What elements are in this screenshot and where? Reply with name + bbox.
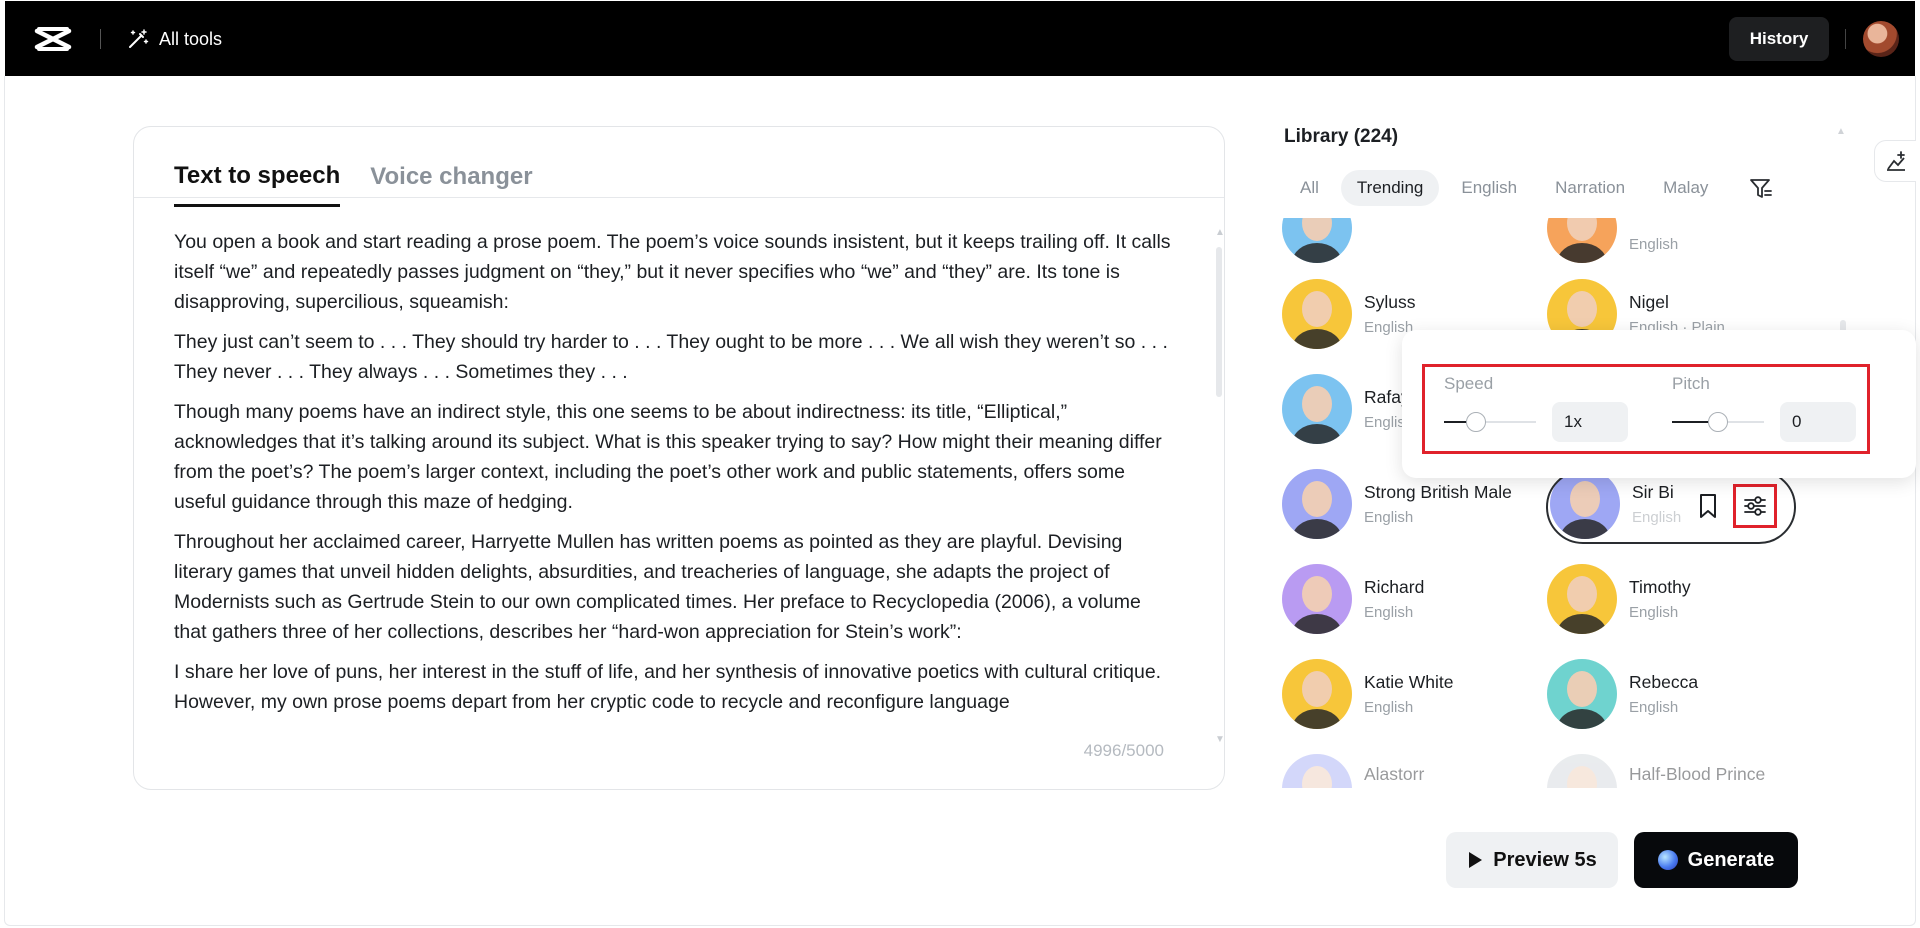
side-upload-button[interactable] (1874, 140, 1916, 182)
preview-button[interactable]: Preview 5s (1446, 832, 1618, 888)
voice-name: Timothy (1629, 577, 1691, 597)
speed-input[interactable]: 1x (1552, 402, 1628, 442)
pitch-label: Pitch (1672, 374, 1710, 393)
tabs-divider (134, 197, 1224, 198)
voice-settings-button[interactable] (1733, 484, 1777, 528)
voice-card-alastorr[interactable]: Alastorr (1282, 753, 1542, 788)
history-button[interactable]: History (1729, 17, 1829, 61)
paragraph: They just can’t seem to . . . They shoul… (174, 331, 1168, 383)
tab-text-to-speech[interactable]: Text to speech (174, 147, 341, 207)
voice-avatar (1282, 469, 1352, 539)
library-scroll-up-icon[interactable]: ▲ (1836, 126, 1846, 137)
voice-language: English (1629, 235, 1679, 253)
voice-name: Syluss (1364, 292, 1416, 312)
speed-slider-knob[interactable] (1466, 412, 1486, 432)
paragraph: Though many poems have an indirect style… (174, 401, 1162, 513)
voice-card-strong-british-male[interactable]: Strong British Male English (1282, 468, 1542, 540)
capcut-logo-icon[interactable] (33, 23, 73, 55)
filter-funnel-icon[interactable] (1748, 176, 1774, 202)
voice-card-half-blood-prince[interactable]: Half-Blood Prince (1547, 753, 1807, 788)
scroll-down-arrow-icon[interactable]: ▼ (1215, 734, 1225, 745)
voice-avatar (1282, 659, 1352, 729)
sliders-adjust-icon (1744, 496, 1766, 516)
voice-language: English (1364, 699, 1414, 716)
top-bar: All tools History (5, 1, 1915, 76)
voice-name: Nigel (1629, 292, 1669, 312)
magic-wand-icon (129, 29, 149, 48)
user-avatar[interactable] (1863, 21, 1899, 57)
character-count: 4996/5000 (1083, 741, 1164, 760)
filter-english[interactable]: English (1445, 170, 1533, 206)
voice-avatar (1282, 279, 1352, 349)
pitch-input[interactable]: 0 (1780, 402, 1856, 442)
voice-settings-popover: Speed 1x Pitch 0 (1402, 330, 1916, 478)
top-divider-right (1845, 29, 1846, 49)
filter-malay[interactable]: Malay (1647, 170, 1715, 206)
voice-card-richard[interactable]: Richard English (1282, 563, 1542, 635)
all-tools-label: All tools (159, 28, 223, 49)
voice-card[interactable]: English (1547, 218, 1807, 264)
generate-button[interactable]: Generate (1634, 832, 1798, 888)
all-tools-button[interactable]: All tools (127, 25, 222, 53)
voice-name: Strong British Male (1364, 482, 1512, 502)
voice-avatar (1547, 659, 1617, 729)
voice-name: Rebecca (1629, 672, 1699, 692)
speed-label: Speed (1444, 374, 1494, 393)
voice-avatar (1282, 754, 1352, 788)
voice-card-timothy[interactable]: Timothy English (1547, 563, 1807, 635)
preview-label: Preview 5s (1493, 848, 1597, 871)
voice-name: Half-Blood Prince (1629, 763, 1766, 784)
pitch-slider-knob[interactable] (1708, 412, 1728, 432)
library-filters: All Trending English Narration Malay (1284, 170, 1715, 206)
voice-card[interactable] (1282, 218, 1542, 264)
voice-avatar (1547, 754, 1617, 788)
mode-tabs: Text to speech Voice changer (174, 147, 533, 207)
voice-card-katie-white[interactable]: Katie White English (1282, 658, 1542, 730)
editor-scrollbar-thumb[interactable] (1216, 247, 1222, 397)
voice-avatar (1547, 218, 1617, 263)
generate-label: Generate (1687, 848, 1775, 871)
filter-trending[interactable]: Trending (1340, 170, 1440, 206)
voice-clone-icon (1886, 151, 1905, 171)
filter-all[interactable]: All (1284, 170, 1335, 206)
voice-name: Katie White (1364, 672, 1454, 692)
scroll-up-arrow-icon[interactable]: ▲ (1215, 227, 1225, 238)
bookmark-icon[interactable] (1696, 492, 1720, 520)
play-icon (1469, 852, 1483, 868)
voice-language: English (1629, 604, 1679, 621)
paragraph: I share her love of puns, her interest i… (174, 661, 1162, 713)
voice-language: English (1364, 604, 1414, 621)
voice-name: Alastorr (1364, 763, 1425, 784)
voice-avatar (1282, 374, 1352, 444)
tab-voice-changer[interactable]: Voice changer (370, 147, 532, 207)
library-title: Library (224) (1284, 126, 1399, 147)
voice-avatar (1282, 218, 1352, 263)
top-divider (100, 29, 101, 49)
voice-card-rebecca[interactable]: Rebecca English (1547, 658, 1807, 730)
voice-language: English (1364, 509, 1414, 526)
paragraph: Throughout her acclaimed career, Harryet… (174, 531, 1141, 643)
voice-avatar (1547, 564, 1617, 634)
paragraph: You open a book and start reading a pros… (174, 231, 1171, 313)
voice-avatar (1282, 564, 1352, 634)
text-editor-card: Text to speech Voice changer You open a … (133, 126, 1225, 790)
generate-orb-icon (1657, 850, 1678, 870)
filter-narration[interactable]: Narration (1539, 170, 1641, 206)
voice-name: Richard (1364, 577, 1425, 597)
script-textarea[interactable]: You open a book and start reading a pros… (174, 227, 1174, 747)
voice-language: English (1629, 699, 1679, 716)
